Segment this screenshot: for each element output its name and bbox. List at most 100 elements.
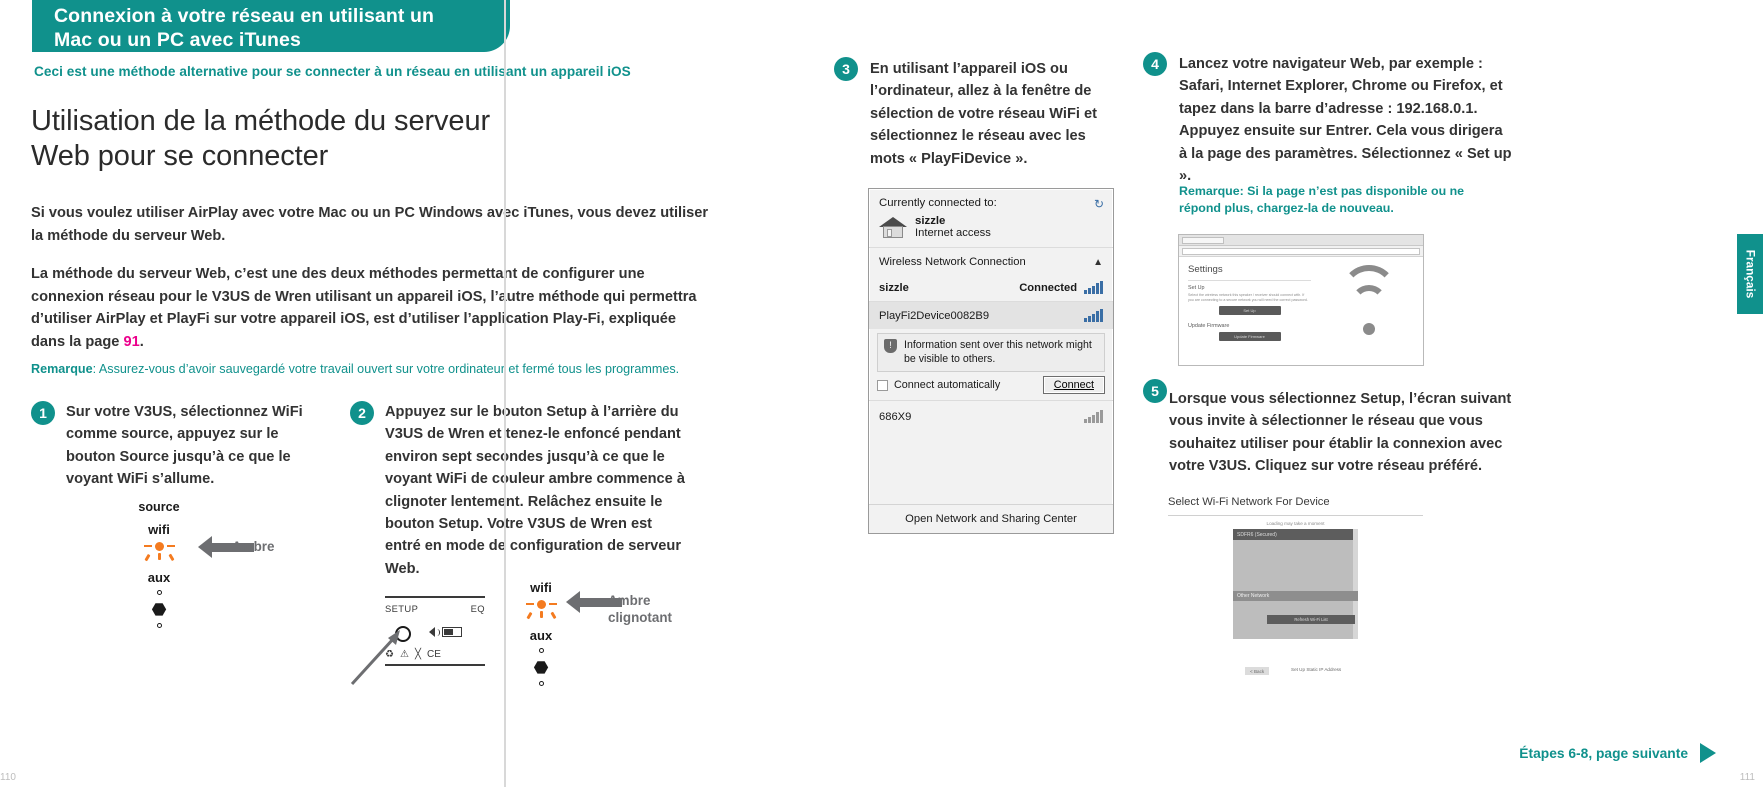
step-text-3: En utilisant l’appareil iOS ou l’ordinat… — [870, 61, 1097, 167]
chevron-up-icon[interactable]: ▲ — [1093, 257, 1103, 268]
bluetooth-icon-2: ⬣ — [533, 658, 549, 677]
signal-bars-icon-playfi — [1084, 309, 1103, 322]
led-diagram-1: source wifi aux ⬣ — [128, 500, 190, 628]
browser-tab-bar — [1179, 235, 1423, 246]
led-ray-center — [158, 553, 161, 560]
bluetooth-led-dot — [156, 623, 162, 628]
led-dot — [154, 541, 164, 551]
home-network-icon — [879, 215, 907, 239]
banner-line-1: Connexion à votre réseau en utilisant un — [54, 5, 434, 27]
connect-button[interactable]: Connect — [1042, 376, 1105, 394]
ambre-arrow-2-label: Ambre clignotant — [608, 592, 672, 626]
remote-setup-label: SETUP — [385, 603, 419, 614]
network-row-686x9[interactable]: 686X9 — [869, 401, 1113, 430]
note-1: Remarque: Assurez-vous d’avoir sauvegard… — [31, 362, 679, 376]
network-row-sizzle[interactable]: sizzle Connected — [869, 274, 1113, 301]
pointer-arrow-to-setup — [350, 630, 400, 686]
refresh-icon[interactable]: ↻ — [1094, 197, 1104, 211]
led2-dash-left — [525, 602, 534, 606]
shield-icon — [884, 339, 897, 353]
manual-page: Connexion à votre réseau en utilisant un… — [0, 0, 1763, 787]
intro-paragraph-2: La méthode du serveur Web, c’est une des… — [31, 263, 711, 353]
led2-ray-right — [550, 611, 557, 620]
page-title: Utilisation de la méthode du serveur Web… — [31, 104, 731, 174]
browser-tab[interactable] — [1182, 236, 1224, 244]
led2-ray-center — [540, 611, 543, 618]
step-text-4: Lancez votre navigateur Web, par exemple… — [1179, 56, 1512, 185]
windows-network-dialog: ↻ Currently connected to: sizzle Interne… — [868, 188, 1114, 534]
step-text-1: Sur votre V3US, sélectionnez WiFi comme … — [66, 404, 303, 488]
led2-ray-left — [526, 611, 533, 620]
setup-section-label: Set Up — [1188, 285, 1205, 291]
led-dash-right — [166, 544, 175, 548]
speaker-icon — [429, 627, 435, 637]
page-number-right: 111 — [1739, 772, 1755, 783]
led-label-source: source — [138, 500, 180, 514]
setup-button-web-label: Set Up — [1243, 308, 1256, 313]
step-text-5: Lorsque vous sélectionnez Setup, l’écran… — [1169, 391, 1512, 475]
aux-led-dot — [156, 590, 162, 595]
network-name-sizzle: sizzle — [879, 281, 909, 294]
step-text-2: Appuyez sur le bouton Setup à l’arrière … — [385, 404, 685, 577]
update-firmware-button-label: Update Firmware — [1234, 334, 1265, 339]
device-list-title: Select Wi-Fi Network For Device — [1168, 496, 1330, 508]
led-ray-left — [144, 553, 151, 562]
browser-settings-screenshot: Settings Set Up Select the wireless netw… — [1178, 234, 1424, 366]
page-reference-link[interactable]: 91 — [123, 334, 139, 350]
next-page-indicator[interactable]: Étapes 6-8, page suivante — [1519, 743, 1716, 763]
connect-automatically-checkbox[interactable]: Connect automatically — [877, 379, 1000, 391]
page-banner: Connexion à votre réseau en utilisant un… — [32, 0, 510, 52]
ambre-arrow-2-label-line2: clignotant — [608, 610, 672, 625]
eq-icon-group — [429, 627, 462, 637]
browser-content: Settings Set Up Select the wireless netw… — [1179, 257, 1423, 365]
connect-automatically-label: Connect automatically — [894, 379, 1001, 391]
page-title-line-1: Utilisation de la méthode du serveur — [31, 105, 491, 137]
ce-icon: CE — [426, 649, 441, 660]
next-arrow-icon — [1700, 743, 1716, 763]
device-network-list-screenshot: Select Wi-Fi Network For Device Loading … — [1168, 496, 1423, 675]
led-label-aux: aux — [147, 570, 171, 585]
network-row-playfi[interactable]: PlayFi2Device0082B9 — [869, 302, 1113, 329]
network-listbox[interactable]: SDFR6 (Secured) Other Network Refresh Wi… — [1233, 529, 1358, 675]
refresh-wifi-list-button[interactable]: Refresh Wi-Fi List — [1267, 615, 1355, 624]
led-diagram-2: wifi aux ⬣ — [512, 580, 570, 686]
weee-icon: ╳ — [414, 649, 421, 660]
selected-network-row[interactable]: SDFR6 (Secured) — [1233, 529, 1358, 540]
browser-address-bar — [1179, 246, 1423, 257]
warning-line-1: Information sent over this network might — [904, 339, 1092, 351]
update-firmware-button[interactable]: Update Firmware — [1218, 332, 1281, 341]
wireless-network-connection-header[interactable]: Wireless Network Connection ▲ — [869, 248, 1113, 274]
banner-line-2: Mac ou un PC avec iTunes — [54, 28, 301, 51]
note-1-text: : Assurez-vous d’avoir sauvegardé votre … — [92, 362, 680, 376]
back-button[interactable]: < Back — [1245, 667, 1270, 675]
checkbox-box[interactable] — [877, 379, 888, 391]
network-status-sizzle: Connected — [1019, 281, 1078, 294]
led-rays — [128, 553, 190, 566]
led-ray-right — [168, 553, 175, 562]
led2-dot — [536, 599, 546, 609]
warning-line-2: be visible to others. — [904, 352, 996, 365]
intro-paragraph-2-period: . — [139, 333, 144, 350]
step-badge-4: 4 — [1143, 52, 1167, 76]
static-ip-link[interactable]: Set Up Static IP Address — [1291, 667, 1341, 672]
bluetooth-icon: ⬣ — [151, 600, 167, 619]
eq-level-icon — [442, 627, 462, 637]
setup-description: Select the wireless network this speaker… — [1188, 293, 1308, 302]
arrow2-head — [566, 591, 580, 613]
address-input[interactable] — [1182, 247, 1420, 255]
signal-bars-icon — [1084, 281, 1103, 294]
page-subtitle: Ceci est une méthode alternative pour se… — [34, 64, 631, 79]
aux2-led-dot — [538, 648, 544, 653]
network-name-686x9: 686X9 — [879, 410, 912, 423]
column-divider — [504, 0, 506, 787]
step-badge-3: 3 — [834, 57, 858, 81]
other-network-row[interactable]: Other Network — [1233, 591, 1358, 601]
update-firmware-label: Update Firmware — [1188, 323, 1230, 329]
led2-rays — [512, 611, 570, 624]
intro-paragraph-1: Si vous voulez utiliser AirPlay avec vot… — [31, 205, 709, 244]
step-badge-1: 1 — [31, 401, 55, 425]
setup-button-web[interactable]: Set Up — [1218, 306, 1281, 315]
led2-dash-right — [548, 602, 557, 606]
page-title-line-2: Web pour se connecter — [31, 140, 329, 172]
open-network-sharing-center-link[interactable]: Open Network and Sharing Center — [869, 504, 1113, 533]
